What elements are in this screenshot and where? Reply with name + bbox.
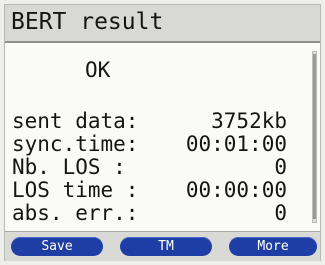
vertical-scrollbar[interactable] [312, 51, 317, 223]
result-value: 3752kb [211, 109, 287, 133]
result-label: sent data: [12, 109, 139, 133]
scrollbar-thumb[interactable] [313, 54, 316, 219]
result-value: 00:00:00 [185, 178, 287, 202]
softkey-bar: Save TM More [5, 231, 320, 261]
result-value: 0 [274, 201, 287, 225]
result-label: sync.time: [12, 132, 139, 156]
result-label: LOS time : [12, 178, 139, 202]
result-panel: OK sent data: 3752kb sync.time: 00:01:00… [5, 43, 315, 229]
result-status: OK [85, 58, 111, 82]
more-button[interactable]: More [229, 237, 317, 256]
tm-button[interactable]: TM [120, 237, 212, 256]
result-value: 00:01:00 [185, 132, 287, 156]
window-title: BERT result [11, 9, 164, 35]
result-value: 0 [274, 155, 287, 179]
result-row-abs-err: abs. err.: 0 [5, 201, 315, 227]
result-label: abs. err.: [12, 201, 139, 225]
title-bar: BERT result [5, 5, 320, 43]
result-label: Nb. LOS : [12, 155, 126, 179]
lcd-screen: BERT result OK sent data: 3752kb sync.ti… [4, 4, 321, 261]
device-frame: BERT result OK sent data: 3752kb sync.ti… [0, 0, 325, 265]
save-button[interactable]: Save [11, 237, 103, 256]
